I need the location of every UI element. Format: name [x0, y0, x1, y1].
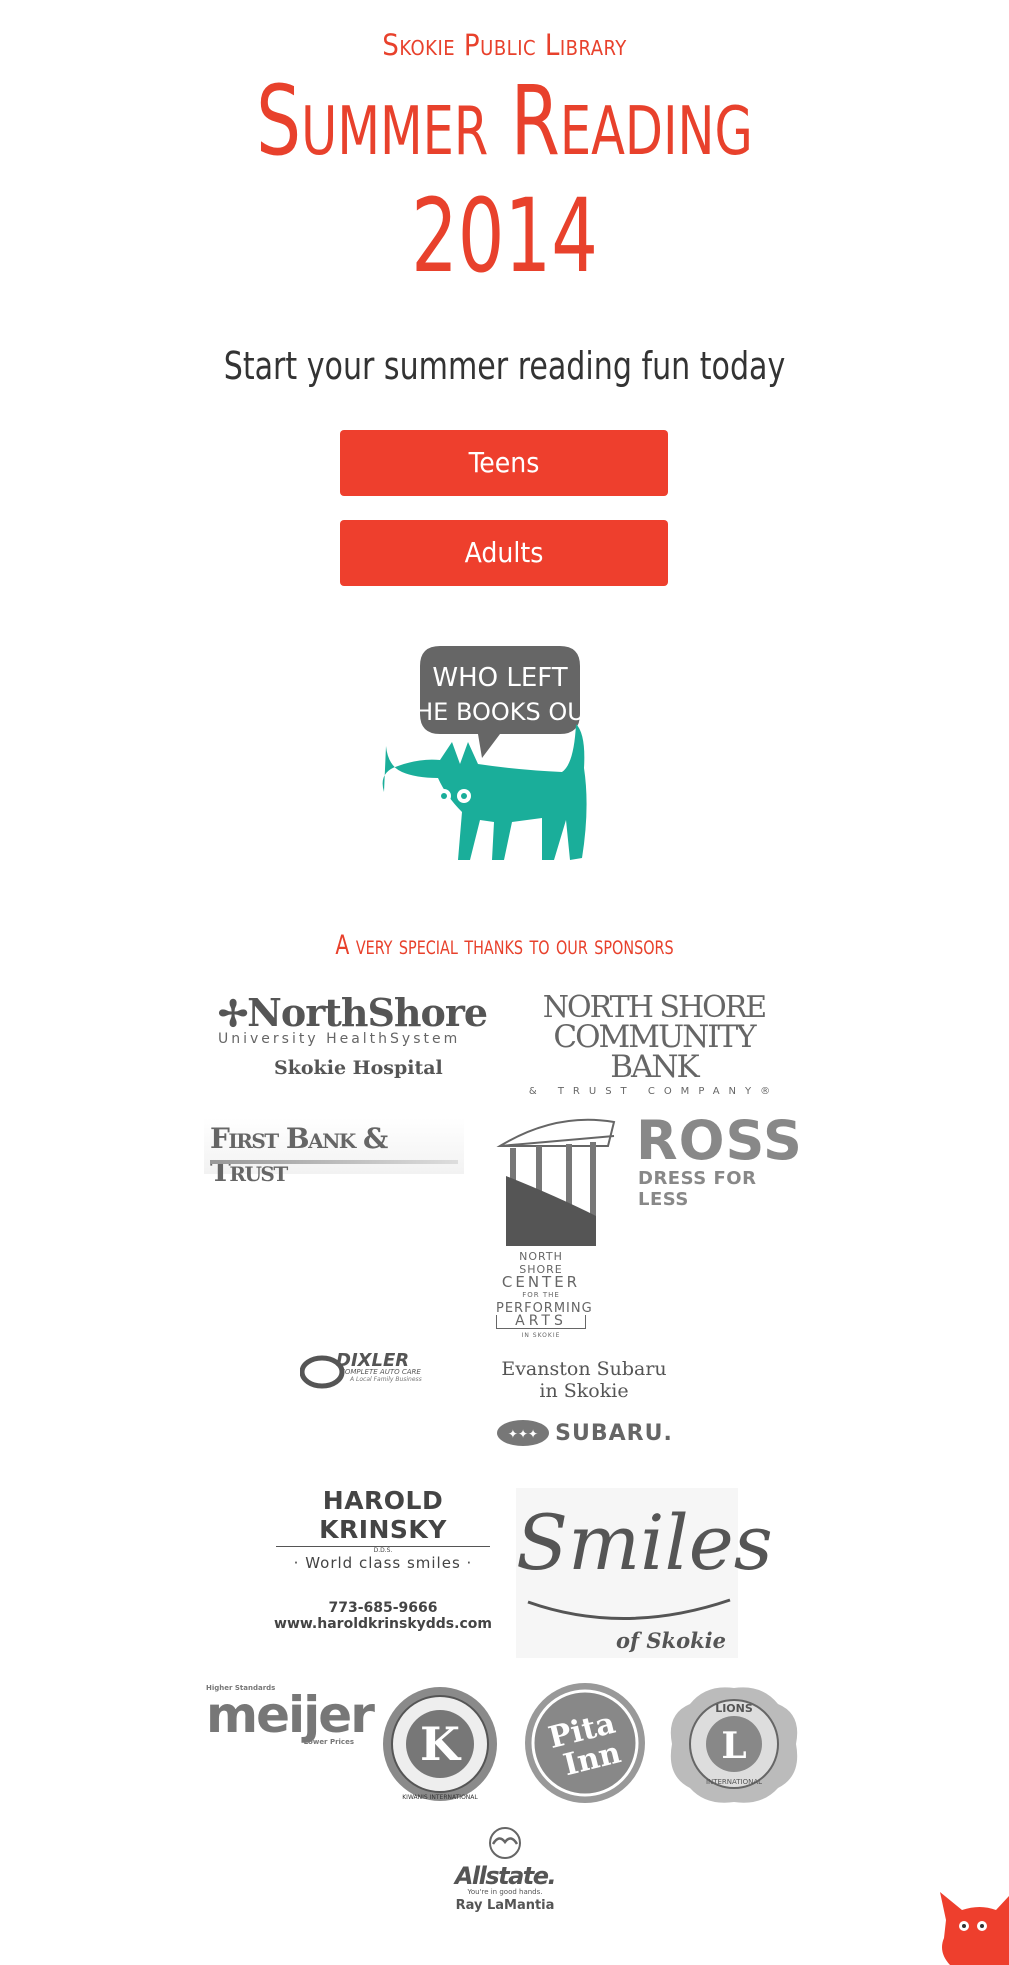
library-name: Skokie Public Library [382, 28, 627, 62]
lions-top: LIONS [715, 1702, 753, 1715]
northshore-bank-logo[interactable]: North Shore Community Bank & TRUST COMPA… [514, 990, 794, 1098]
dixler-logo[interactable]: DIXLER COMPLETE AUTO CARE A Local Family… [299, 1350, 450, 1390]
allstate-name: Allstate. [454, 1862, 557, 1890]
speech-line-1: WHO LEFT [432, 663, 567, 693]
subaru-stars-icon: ✦✦✦ [497, 1420, 550, 1446]
northshore-uhs-logo[interactable]: ✢NorthShore University HealthSystem Skok… [218, 990, 498, 1090]
arts-line-5: ARTS [496, 1314, 586, 1329]
subaru-brand: SUBARU. [555, 1420, 673, 1446]
ross-tagline: DRESS FOR LESS [638, 1168, 757, 1210]
meijer-name: meijer [206, 1686, 375, 1744]
lions-bottom: INTERNATIONAL [706, 1778, 762, 1786]
meijer-logo[interactable]: Higher Standards meijer Lower Prices [206, 1684, 375, 1754]
bank-line-2: Community Bank [553, 1019, 756, 1085]
krinsky-phone: 773-685-9666 [328, 1600, 438, 1616]
smiles-sub: of Skokie [616, 1628, 726, 1653]
performing-arts-logo[interactable]: NORTH SHORE CENTER FOR THE PERFORMING AR… [496, 1116, 616, 1339]
allstate-logo[interactable]: Allstate. You're in good hands. Ray LaMa… [440, 1826, 570, 1926]
teens-button[interactable]: Teens [340, 430, 668, 496]
lions-logo[interactable]: L LIONS INTERNATIONAL [666, 1684, 802, 1806]
allstate-agent: Ray LaMantia [455, 1898, 555, 1913]
bank-line-1: North Shore [542, 990, 767, 1025]
first-bank-name: First Bank & Trust [210, 1122, 388, 1188]
pita-inn-logo[interactable]: Pita Inn [522, 1680, 648, 1806]
subaru-line-2: in Skokie [539, 1380, 629, 1402]
krinsky-name: HAROLD KRINSKY [319, 1486, 447, 1544]
page-title: Summer Reading [256, 65, 753, 177]
mascot-dog-illustration: WHO LEFT THE BOOKS OUT [382, 646, 600, 860]
northshore-sub: University HealthSystem [218, 1031, 461, 1047]
adults-button[interactable]: Adults [340, 520, 668, 586]
kiwanis-letter: K [420, 1717, 462, 1771]
bank-line-3: & TRUST COMPANY® [528, 1086, 780, 1097]
smiles-logo[interactable]: Smiles of Skokie [516, 1488, 773, 1658]
ross-name: ROSS [636, 1109, 803, 1172]
good-hands-icon [489, 1827, 521, 1859]
tagline: Start your summer reading fun today [223, 344, 786, 388]
page-title-year: 2014 [411, 177, 598, 296]
ross-logo[interactable]: ROSS DRESS FOR LESS [636, 1109, 812, 1211]
speech-line-2: THE BOOKS OUT [399, 698, 599, 726]
kiwanis-logo[interactable]: K KIWANIS INTERNATIONAL [380, 1684, 500, 1804]
arts-line-6: IN SKOKIE [521, 1332, 561, 1339]
krinsky-logo[interactable]: HAROLD KRINSKY D.D.S. · World class smil… [268, 1486, 498, 1632]
kiwanis-ring: KIWANIS INTERNATIONAL [402, 1794, 478, 1801]
arts-line-2: CENTER [501, 1273, 581, 1291]
sponsors-heading: A very special thanks to our sponsors [335, 930, 674, 961]
pavilion-icon [496, 1118, 616, 1246]
dixler-sub: COMPLETE AUTO CARE [340, 1368, 421, 1376]
krinsky-tagline: · World class smiles · [293, 1554, 473, 1572]
skokie-hospital: Skokie Hospital [274, 1057, 443, 1079]
northshore-name: ✢NorthShore [218, 990, 488, 1035]
first-bank-logo[interactable]: First Bank & Trust [204, 1118, 464, 1188]
subaru-line-1: Evanston Subaru [501, 1358, 667, 1380]
smile-swoosh-icon [527, 1598, 731, 1620]
smiles-name: Smiles [516, 1498, 773, 1587]
krinsky-url[interactable]: www.haroldkrinskydds.com [268, 1616, 498, 1632]
dixler-sub2: A Local Family Business [350, 1376, 422, 1383]
evanston-subaru-logo[interactable]: Evanston Subaru in Skokie ✦✦✦ SUBARU. [484, 1358, 684, 1458]
svg-text:✦✦✦: ✦✦✦ [508, 1427, 538, 1441]
lions-letter: L [721, 1725, 746, 1767]
krinsky-dds: D.D.S. [276, 1546, 490, 1554]
red-cat-icon[interactable] [936, 1880, 1009, 1965]
